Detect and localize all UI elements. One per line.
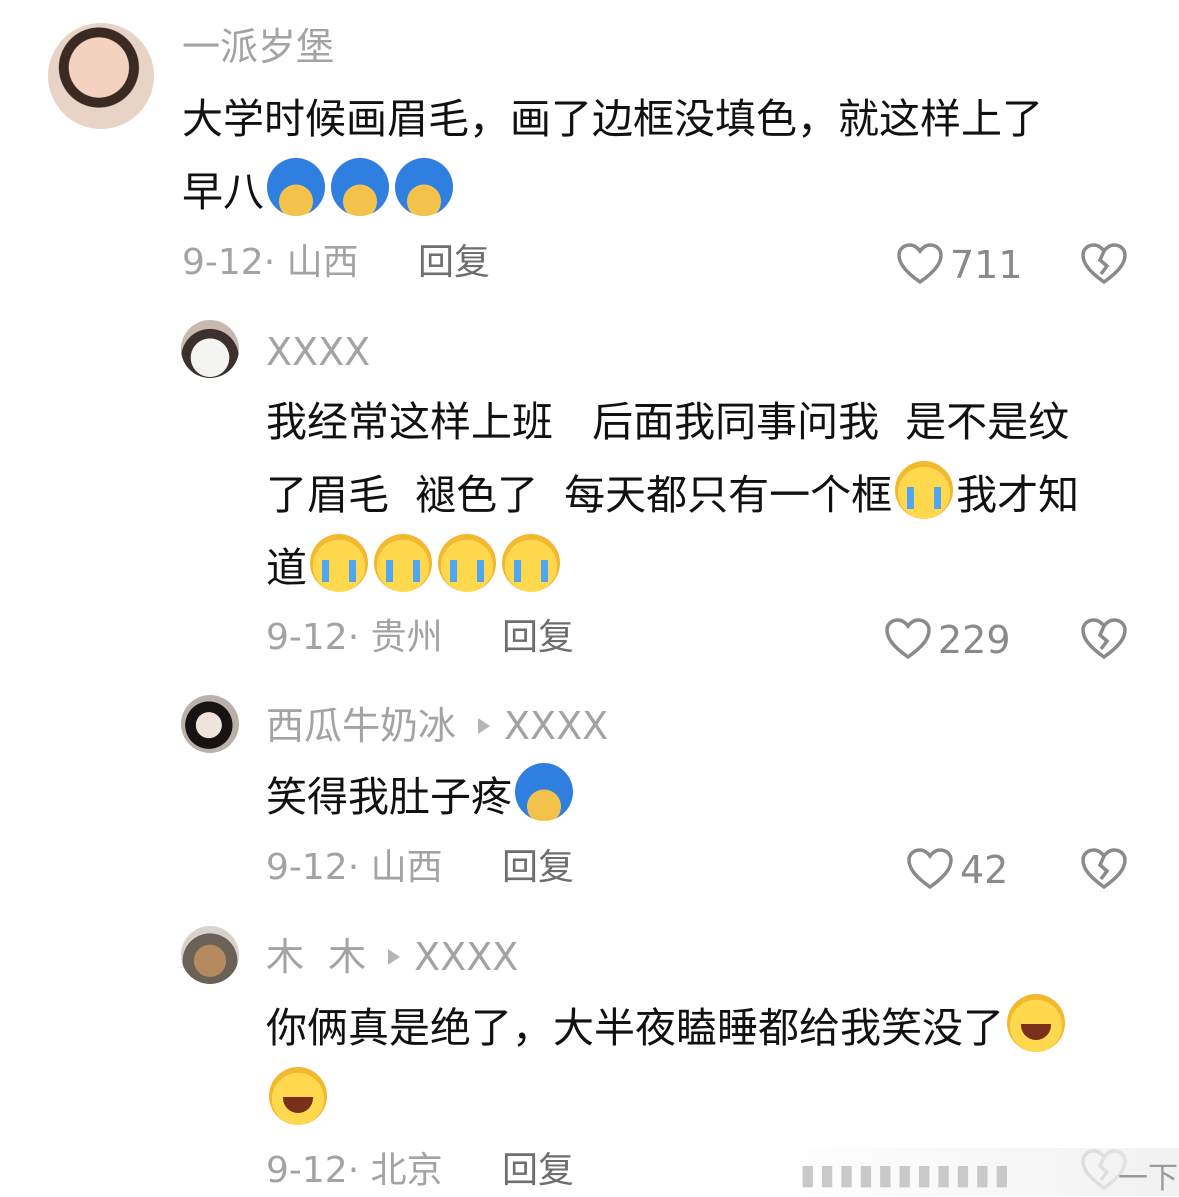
comment-meta: 9-12· 山西: [266, 847, 443, 888]
comment-location: 贵州: [370, 617, 443, 658]
comment-location: 山西: [286, 242, 359, 283]
avatar[interactable]: [181, 320, 239, 378]
username[interactable]: 木 木: [266, 935, 366, 979]
like-count: 42: [960, 848, 1009, 892]
reply-button[interactable]: 回复: [502, 1153, 574, 1189]
comment-text: 你俩真是绝了，大半夜瞌睡都给我笑没了: [266, 992, 1068, 1065]
broken-heart-icon[interactable]: [1080, 242, 1128, 286]
username-line: 木 木 XXXX: [266, 938, 518, 976]
comment-meta: 9-12· 山西: [182, 242, 359, 283]
like-count: 711: [950, 243, 1023, 287]
comment-text-line: [266, 1065, 330, 1138]
reply-button[interactable]: 回复: [502, 620, 574, 656]
crying-emoji-icon: [502, 534, 560, 592]
username[interactable]: XXXX: [266, 333, 370, 371]
comment-date: 9-12: [266, 847, 348, 888]
comment-location: 北京: [370, 1150, 443, 1191]
comment-text: 笑得我肚子疼: [266, 761, 576, 834]
heart-outline-icon: [897, 243, 943, 285]
broken-heart-icon[interactable]: [1080, 617, 1128, 661]
crying-emoji-icon: [374, 534, 432, 592]
username-line: 西瓜牛奶冰 XXXX: [266, 707, 608, 745]
broken-heart-icon[interactable]: [1080, 847, 1128, 891]
blue-hair-emoji-icon: [267, 158, 325, 216]
comment-date: 9-12: [266, 617, 348, 658]
like-button[interactable]: 711: [896, 242, 1023, 286]
comment-text: 我经常这样上班 后面我同事问我 是不是纹: [266, 398, 1070, 446]
triangle-right-icon: [478, 717, 491, 734]
blue-hair-emoji-icon: [331, 158, 389, 216]
avatar[interactable]: [181, 926, 239, 984]
crying-emoji-icon: [438, 534, 496, 592]
comment-text-line: 了眉毛 褪色了 每天都只有一个框 我才知: [266, 459, 1079, 532]
comment-text-line: 道: [266, 532, 563, 605]
avatar[interactable]: [181, 695, 239, 753]
comment-text: 大学时候画眉毛，画了边框没填色，就这样上了: [182, 95, 1043, 143]
blue-hair-emoji-icon: [395, 158, 453, 216]
comment-meta: 9-12· 北京: [266, 1150, 443, 1191]
laughing-crying-emoji-icon: [269, 1067, 327, 1125]
comment-date: 9-12: [266, 1150, 348, 1191]
watermark-dots: ▮▮▮▮▮▮▮▮▮▮▮: [800, 1158, 1014, 1191]
comment-location: 山西: [370, 847, 443, 888]
blue-hair-emoji-icon: [515, 763, 573, 821]
footer-label: 一下: [1118, 1161, 1178, 1196]
crying-emoji-icon: [895, 461, 954, 519]
like-button[interactable]: 42: [906, 847, 1008, 891]
username[interactable]: 西瓜牛奶冰: [266, 704, 456, 748]
username[interactable]: 一派岁堡: [182, 28, 334, 66]
comment-text-line: 早八: [182, 156, 456, 229]
like-button[interactable]: 229: [884, 617, 1011, 661]
avatar[interactable]: [48, 23, 154, 129]
comment-date: 9-12: [182, 242, 264, 283]
reply-button[interactable]: 回复: [418, 245, 490, 281]
reply-button[interactable]: 回复: [502, 850, 574, 886]
heart-outline-icon: [885, 618, 931, 660]
crying-emoji-icon: [310, 534, 368, 592]
reply-to-username[interactable]: XXXX: [504, 704, 608, 748]
comment-meta: 9-12· 贵州: [266, 617, 443, 658]
triangle-right-icon: [388, 948, 401, 965]
heart-outline-icon: [907, 848, 953, 890]
like-count: 229: [938, 618, 1011, 662]
laughing-crying-emoji-icon: [1007, 994, 1065, 1052]
reply-to-username[interactable]: XXXX: [414, 935, 518, 979]
